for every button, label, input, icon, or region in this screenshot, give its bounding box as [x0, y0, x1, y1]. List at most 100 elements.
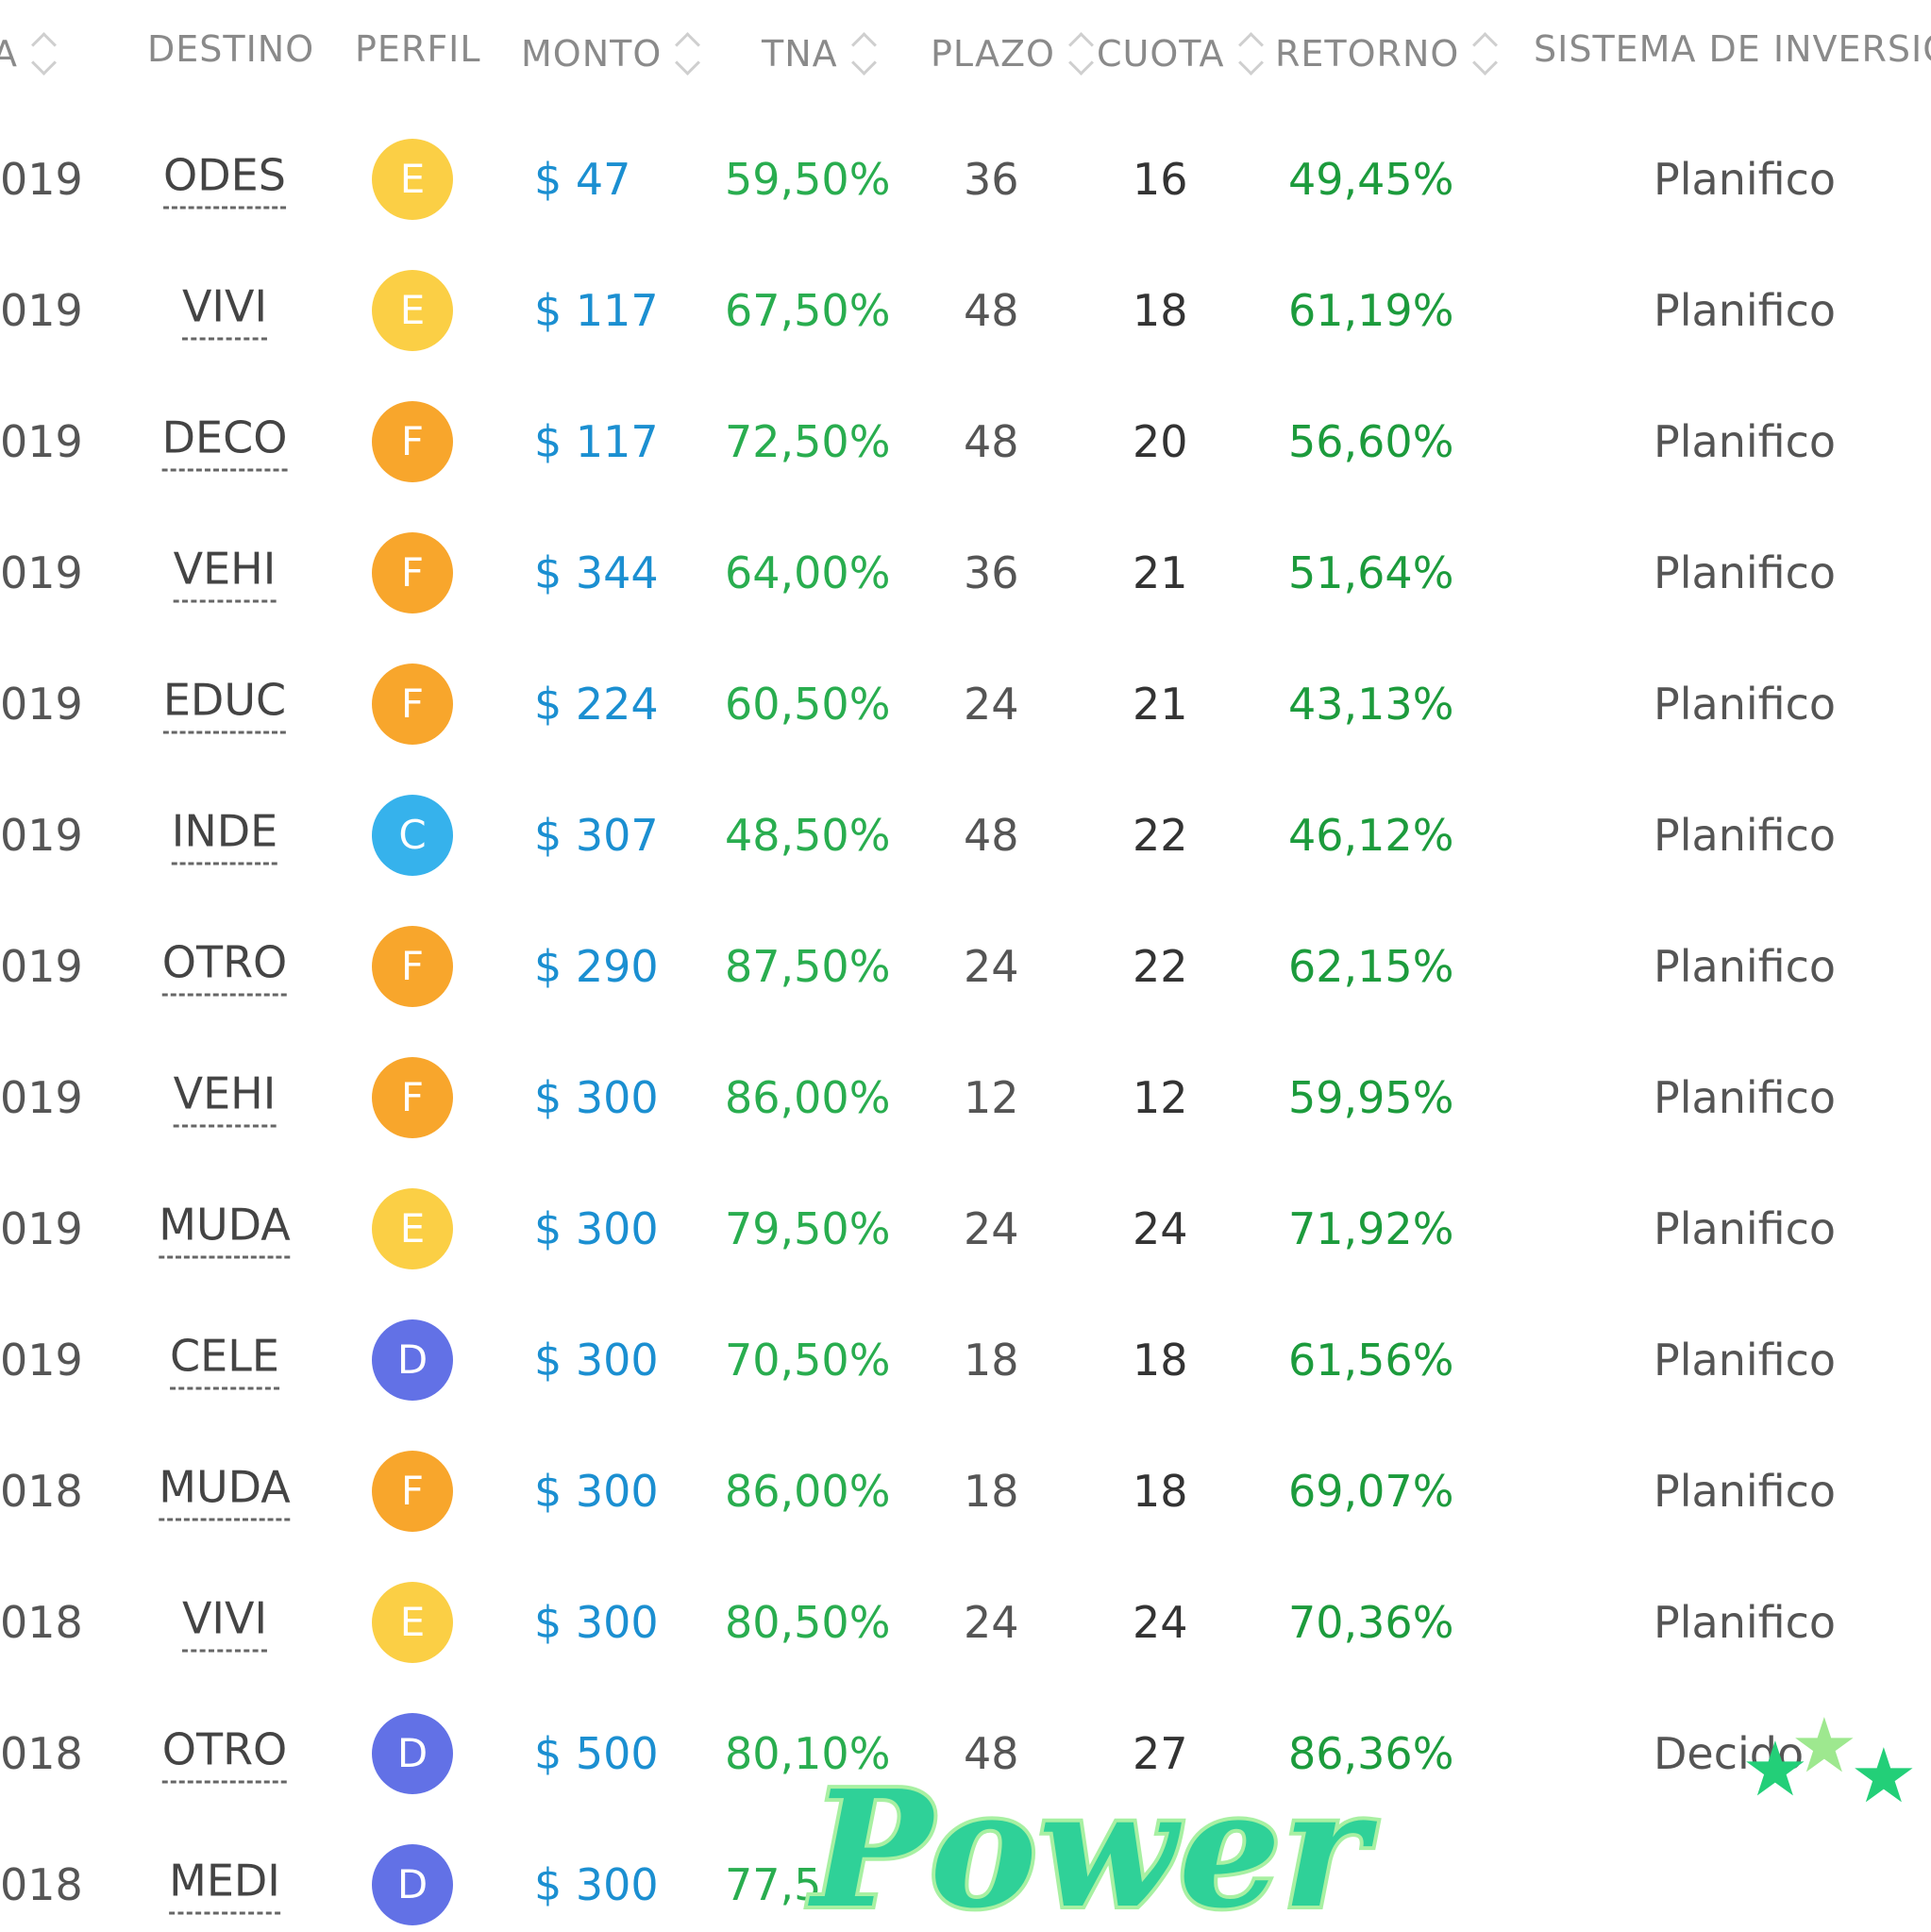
- cuota-cell: 27: [1133, 1727, 1188, 1779]
- retorno-cell: 61,19%: [1288, 284, 1454, 336]
- plazo-cell: 18: [964, 1334, 1019, 1386]
- investment-table-page: A DESTINO PERFIL MONTO TNA PLAZO CUOTA R…: [0, 0, 1931, 1932]
- retorno-cell: 86,36%: [1288, 1727, 1454, 1779]
- monto-cell: $ 300: [534, 1071, 659, 1123]
- perfil-badge: F: [372, 400, 453, 482]
- tna-cell: 86,00%: [725, 1465, 891, 1517]
- destino-link[interactable]: VEHI: [173, 543, 277, 602]
- tna-cell: 60,50%: [725, 678, 891, 730]
- destino-link[interactable]: MUDA: [159, 1461, 291, 1520]
- header-perfil: PERFIL: [355, 28, 481, 70]
- destino-link[interactable]: MUDA: [159, 1199, 291, 1258]
- plazo-cell: 24: [964, 1596, 1019, 1648]
- table-row[interactable]: 019 VIVI E $ 117 67,50% 48 18 61,19% Planifico: [0, 244, 1931, 376]
- perfil-badge: E: [372, 269, 453, 351]
- destino-link[interactable]: EDUC: [162, 674, 287, 733]
- sistema-cell: Planifico: [1654, 678, 1837, 730]
- header-plazo[interactable]: PLAZO: [931, 28, 1093, 79]
- cuota-cell: 21: [1133, 546, 1188, 598]
- destino-link[interactable]: ODES: [163, 149, 286, 209]
- monto-cell: $ 344: [534, 546, 659, 598]
- sort-icon[interactable]: [675, 28, 699, 79]
- cuota-cell: 18: [1133, 1465, 1188, 1517]
- table-row[interactable]: 018 VIVI E $ 300 80,50% 24 24 70,36% Planifico: [0, 1556, 1931, 1688]
- destino-link[interactable]: INDE: [171, 805, 278, 865]
- table-row[interactable]: 018 MUDA F $ 300 86,00% 18 18 69,07% Planifico: [0, 1425, 1931, 1556]
- table-row[interactable]: 018 OTRO D $ 500 80,10% 48 27 86,36% Decido: [0, 1688, 1931, 1819]
- destino-link[interactable]: VIVI: [181, 280, 268, 340]
- monto-cell: $ 300: [534, 1596, 659, 1648]
- table-row[interactable]: 019 OTRO F $ 290 87,50% 24 22 62,15% Planifico: [0, 900, 1931, 1032]
- destino-link[interactable]: VIVI: [181, 1592, 268, 1652]
- perfil-badge: F: [372, 531, 453, 613]
- tna-cell: 48,50%: [725, 809, 891, 861]
- tna-cell: 80,10%: [725, 1727, 891, 1779]
- table-row[interactable]: 019 VEHI F $ 300 86,00% 12 12 59,95% Planifico: [0, 1032, 1931, 1163]
- monto-cell: $ 300: [534, 1858, 659, 1910]
- perfil-badge: F: [372, 1450, 453, 1532]
- table-row[interactable]: 019 ODES E $ 47 59,50% 36 16 49,45% Planifico: [0, 113, 1931, 244]
- table-row[interactable]: 019 DECO F $ 117 72,50% 48 20 56,60% Planifico: [0, 376, 1931, 507]
- date-cell: 019: [0, 284, 83, 336]
- retorno-cell: 71,92%: [1288, 1202, 1454, 1254]
- destino-link[interactable]: OTRO: [161, 936, 288, 996]
- table-row[interactable]: 019 CELE D $ 300 70,50% 18 18 61,56% Planifico: [0, 1294, 1931, 1425]
- retorno-cell: 70,36%: [1288, 1596, 1454, 1648]
- header-plazo-label: PLAZO: [931, 33, 1055, 75]
- monto-cell: $ 47: [534, 153, 631, 205]
- destino-link[interactable]: VEHI: [173, 1067, 277, 1127]
- monto-cell: $ 224: [534, 678, 659, 730]
- header-sistema: SISTEMA DE INVERSIÓN: [1534, 28, 1931, 70]
- header-retorno[interactable]: RETORNO: [1275, 28, 1497, 79]
- header-monto[interactable]: MONTO: [521, 28, 699, 79]
- plazo-cell: 48: [964, 415, 1019, 467]
- monto-cell: $ 117: [534, 284, 659, 336]
- sistema-cell: Planifico: [1654, 546, 1837, 598]
- date-cell: 018: [0, 1858, 83, 1910]
- table-row[interactable]: 019 EDUC F $ 224 60,50% 24 21 43,13% Planifico: [0, 638, 1931, 769]
- date-cell: 019: [0, 809, 83, 861]
- retorno-cell: 46,12%: [1288, 809, 1454, 861]
- destino-link[interactable]: CELE: [170, 1330, 279, 1389]
- header-date-label: A: [0, 33, 18, 75]
- perfil-badge: F: [372, 925, 453, 1007]
- sort-icon[interactable]: [1238, 28, 1263, 79]
- plazo-cell: 18: [964, 1465, 1019, 1517]
- date-cell: 019: [0, 1334, 83, 1386]
- table-row[interactable]: 019 INDE C $ 307 48,50% 48 22 46,12% Planifico: [0, 769, 1931, 900]
- destino-link[interactable]: OTRO: [161, 1723, 288, 1783]
- sistema-cell: Planifico: [1654, 1596, 1837, 1648]
- sistema-cell: Planifico: [1654, 1071, 1837, 1123]
- plazo-cell: 24: [964, 1202, 1019, 1254]
- perfil-badge: D: [372, 1319, 453, 1401]
- perfil-badge: C: [372, 794, 453, 876]
- header-date[interactable]: A: [0, 28, 56, 79]
- table-row[interactable]: 019 VEHI F $ 344 64,00% 36 21 51,64% Planifico: [0, 507, 1931, 638]
- cuota-cell: 18: [1133, 1334, 1188, 1386]
- destino-link[interactable]: DECO: [161, 412, 288, 471]
- date-cell: 019: [0, 1071, 83, 1123]
- table-row[interactable]: 018 MEDI D $ 300 77,5: [0, 1819, 1931, 1932]
- plazo-cell: 24: [964, 678, 1019, 730]
- header-cuota[interactable]: CUOTA: [1097, 28, 1263, 79]
- cuota-cell: 18: [1133, 284, 1188, 336]
- tna-cell: 77,5: [725, 1858, 822, 1910]
- sistema-cell: Planifico: [1654, 415, 1837, 467]
- sort-icon[interactable]: [31, 28, 56, 79]
- date-cell: 019: [0, 678, 83, 730]
- sort-icon[interactable]: [1472, 28, 1497, 79]
- destino-link[interactable]: MEDI: [169, 1855, 280, 1914]
- header-cuota-label: CUOTA: [1097, 33, 1225, 75]
- sort-icon[interactable]: [1068, 28, 1093, 79]
- date-cell: 019: [0, 546, 83, 598]
- header-tna[interactable]: TNA: [762, 28, 876, 79]
- perfil-badge: E: [372, 1581, 453, 1663]
- retorno-cell: 51,64%: [1288, 546, 1454, 598]
- table-row[interactable]: 019 MUDA E $ 300 79,50% 24 24 71,92% Planifico: [0, 1163, 1931, 1294]
- tna-cell: 70,50%: [725, 1334, 891, 1386]
- cuota-cell: 24: [1133, 1202, 1188, 1254]
- monto-cell: $ 300: [534, 1465, 659, 1517]
- sort-icon[interactable]: [851, 28, 876, 79]
- monto-cell: $ 300: [534, 1334, 659, 1386]
- plazo-cell: 24: [964, 940, 1019, 992]
